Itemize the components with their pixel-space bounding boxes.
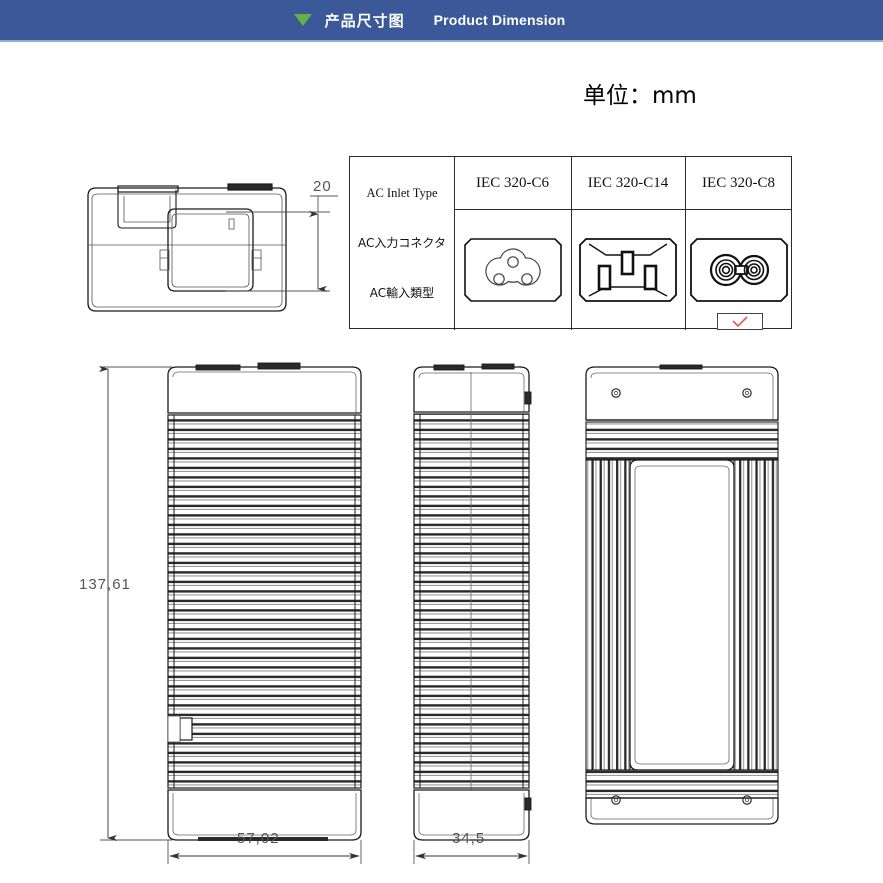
page-title-en: Product Dimension xyxy=(433,12,566,28)
page-title-cn: 产品尺寸图 xyxy=(324,11,405,30)
dimension-height-137 xyxy=(99,365,172,842)
header-underline xyxy=(0,40,883,42)
selected-inlet-checkbox[interactable] xyxy=(717,313,763,330)
side-view xyxy=(413,363,532,841)
row-label-zh: AC輸入類型 xyxy=(369,286,435,301)
column-header-c14: IEC 320-C14 xyxy=(587,174,669,191)
iec-c6-cloverleaf-icon xyxy=(463,238,562,302)
ac-inlet-type-table: AC Inlet Type AC入力コネクタ AC輸入類型 IEC 320-C6… xyxy=(349,156,792,330)
iec-c14-icon xyxy=(579,238,677,302)
check-icon xyxy=(732,315,748,327)
end-view-top xyxy=(87,183,287,312)
iec-c8-figure8-icon xyxy=(689,238,788,302)
unit-note: 单位：mm xyxy=(583,83,697,109)
row-label-jp: AC入力コネクタ xyxy=(358,235,446,250)
page-header: 产品尺寸图 Product Dimension xyxy=(0,0,883,42)
table-row-label-cell: AC Inlet Type AC入力コネクタ AC輸入類型 xyxy=(350,157,454,330)
triangle-down-icon xyxy=(293,14,312,26)
dimension-label-34: 34,5 xyxy=(452,830,486,847)
connector-cell-c8[interactable] xyxy=(685,210,792,330)
row-label-en: AC Inlet Type xyxy=(366,185,438,200)
dimension-label-57: 57,02 xyxy=(237,830,280,847)
dimension-label-20: 20 xyxy=(313,178,332,195)
connector-cell-c6[interactable] xyxy=(454,210,571,330)
technical-drawing xyxy=(87,183,779,864)
dimension-thickness-20 xyxy=(226,195,338,293)
connector-cell-c14[interactable] xyxy=(571,210,685,330)
column-header-c6: IEC 320-C6 xyxy=(476,174,549,191)
dimension-label-137: 137,61 xyxy=(79,576,131,593)
column-header-c8: IEC 320-C8 xyxy=(702,174,775,191)
front-view xyxy=(167,362,362,841)
bottom-view xyxy=(585,364,779,825)
